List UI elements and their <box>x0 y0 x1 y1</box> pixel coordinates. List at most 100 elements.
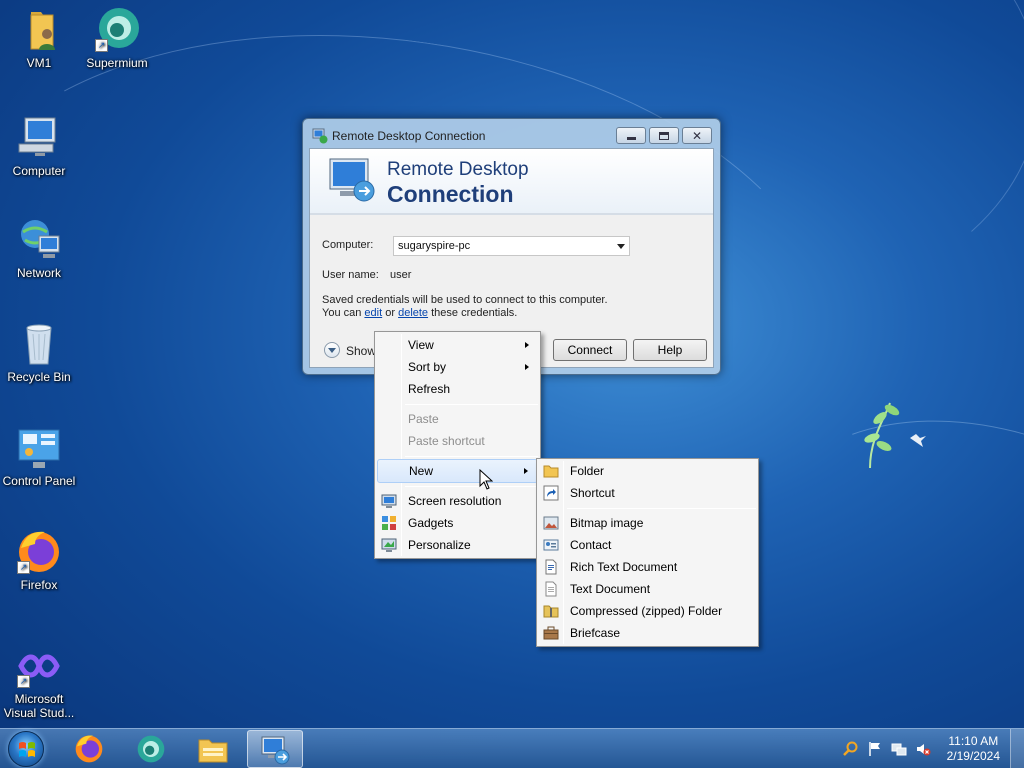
taskbar-firefox[interactable] <box>61 730 117 768</box>
volume-muted-icon[interactable] <box>915 741 931 757</box>
edit-credentials-link[interactable]: edit <box>364 307 382 319</box>
desktop-icon-label: Supermium <box>86 56 148 70</box>
menu-item-label: Gadgets <box>408 516 454 530</box>
remote-desktop-icon <box>312 128 328 144</box>
personalize-icon <box>381 537 397 553</box>
menu-item-label: Sort by <box>408 360 447 374</box>
menu-item-label: Text Document <box>570 582 651 596</box>
show-options-link[interactable]: Show <box>346 344 376 358</box>
username-value: user <box>390 269 412 281</box>
menu-item-gadgets[interactable]: Gadgets <box>377 512 538 534</box>
help-button[interactable]: Help <box>633 339 707 361</box>
minimize-button[interactable] <box>616 127 646 144</box>
desktop-icon-firefox[interactable]: ↗ Firefox <box>0 528 78 592</box>
submenu-item-folder[interactable]: Folder <box>539 460 756 482</box>
menu-item-label: Briefcase <box>570 626 621 640</box>
computer-label: Computer: <box>322 239 374 251</box>
computer-combobox-value: sugaryspire-pc <box>398 240 471 252</box>
submenu-item-contact[interactable]: Contact <box>539 534 756 556</box>
menu-item-sort-by[interactable]: Sort by <box>377 356 538 378</box>
supermium-browser-icon <box>137 735 165 763</box>
system-clock[interactable]: 11:10 AM 2/19/2024 <box>947 734 1000 764</box>
folder-icon <box>543 463 559 479</box>
start-button[interactable] <box>8 731 44 767</box>
menu-item-screen-resolution[interactable]: Screen resolution <box>377 490 538 512</box>
submenu-item-briefcase[interactable]: Briefcase <box>539 622 756 644</box>
desktop-icon-recycle-bin[interactable]: Recycle Bin <box>0 320 78 384</box>
bitmap-image-icon <box>543 515 559 531</box>
credentials-info-line2: You can edit or delete these credentials… <box>322 307 517 319</box>
window-titlebar[interactable]: Remote Desktop Connection ✕ <box>303 119 720 149</box>
close-button[interactable]: ✕ <box>682 127 712 144</box>
gadgets-icon <box>381 515 397 531</box>
desktop-icon-computer[interactable]: Computer <box>0 114 78 178</box>
menu-item-label: Paste <box>408 412 439 426</box>
show-desktop-button[interactable] <box>1010 729 1024 768</box>
desktop-icon-network[interactable]: Network <box>0 216 78 280</box>
menu-item-label: Refresh <box>408 382 451 396</box>
menu-item-label: New <box>409 464 434 478</box>
credentials-text-prefix: You can <box>322 307 362 319</box>
mouse-cursor-icon <box>479 469 493 490</box>
desktop-icon-visual-studio[interactable]: ↗ Microsoft Visual Stud... <box>0 642 78 720</box>
menu-item-label: View <box>408 338 434 352</box>
computer-combobox[interactable]: sugaryspire-pc <box>393 236 630 256</box>
menu-item-label: Screen resolution <box>408 494 502 508</box>
desktop-icon-supermium[interactable]: ↗ Supermium <box>78 6 156 70</box>
minimize-icon <box>626 137 636 140</box>
rich-text-document-icon <box>543 559 559 575</box>
zip-folder-icon <box>543 603 559 619</box>
menu-item-view[interactable]: View <box>377 334 538 356</box>
taskbar-supermium[interactable] <box>123 730 179 768</box>
submenu-item-bitmap-image[interactable]: Bitmap image <box>539 512 756 534</box>
action-center-flag-icon[interactable] <box>867 741 883 757</box>
taskbar-file-explorer[interactable] <box>185 730 241 768</box>
wallpaper-leaf-decoration <box>864 402 926 469</box>
firefox-icon: ↗ <box>15 528 63 576</box>
menu-item-new[interactable]: New <box>377 459 538 483</box>
desktop-icon-label: Firefox <box>20 578 58 592</box>
menu-item-personalize[interactable]: Personalize <box>377 534 538 556</box>
recycle-bin-icon <box>15 320 63 368</box>
desktop-context-menu: View Sort by Refresh Paste Paste shortcu… <box>374 331 541 559</box>
submenu-item-compressed-folder[interactable]: Compressed (zipped) Folder <box>539 600 756 622</box>
shortcut-arrow-icon: ↗ <box>17 675 30 688</box>
connect-button[interactable]: Connect <box>553 339 627 361</box>
maximize-button[interactable] <box>649 127 679 144</box>
taskbar-remote-desktop[interactable] <box>247 730 303 768</box>
taskbar: 11:10 AM 2/19/2024 <box>0 728 1024 768</box>
windows-logo-icon <box>19 742 35 757</box>
submenu-item-shortcut[interactable]: Shortcut <box>539 482 756 504</box>
submenu-arrow-icon <box>525 364 529 370</box>
desktop-icon-label: Recycle Bin <box>7 370 71 384</box>
desktop-icon-label: Network <box>16 266 61 280</box>
chevron-down-icon[interactable] <box>617 244 625 249</box>
menu-item-paste-shortcut[interactable]: Paste shortcut <box>377 430 538 452</box>
submenu-item-rich-text-document[interactable]: Rich Text Document <box>539 556 756 578</box>
clock-date: 2/19/2024 <box>946 749 1000 763</box>
menu-item-paste[interactable]: Paste <box>377 408 538 430</box>
delete-credentials-link[interactable]: delete <box>398 307 428 319</box>
submenu-arrow-icon <box>525 342 529 348</box>
banner-title-line1: Remote Desktop <box>387 159 529 180</box>
username-label: User name: <box>322 269 379 281</box>
chevron-down-circle-icon[interactable] <box>324 342 340 358</box>
window-title: Remote Desktop Connection <box>332 129 486 143</box>
credentials-info-line1: Saved credentials will be used to connec… <box>322 294 608 306</box>
network-status-icon[interactable] <box>891 741 907 757</box>
credentials-text-or: or <box>385 307 396 319</box>
maximize-icon <box>659 131 669 140</box>
menu-separator <box>405 486 538 487</box>
menu-item-refresh[interactable]: Refresh <box>377 378 538 400</box>
firefox-icon <box>75 735 103 763</box>
shortcut-arrow-icon: ↗ <box>17 561 30 574</box>
menu-item-label: Contact <box>570 538 612 552</box>
close-icon: ✕ <box>691 128 703 143</box>
menu-separator <box>405 404 538 405</box>
submenu-item-text-document[interactable]: Text Document <box>539 578 756 600</box>
briefcase-icon <box>543 625 559 641</box>
desktop-icon-control-panel[interactable]: Control Panel <box>0 424 78 488</box>
search-icon[interactable] <box>843 741 859 757</box>
desktop-icon-vm1[interactable]: VM1 <box>0 6 78 70</box>
shortcut-icon <box>543 485 559 501</box>
